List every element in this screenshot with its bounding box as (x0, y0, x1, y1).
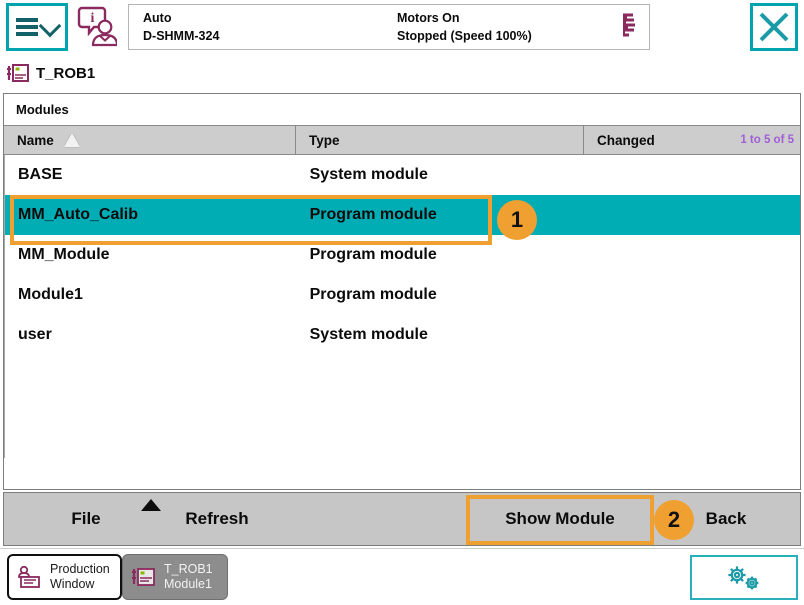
cell-name: BASE (18, 166, 63, 183)
action-toolbar: File Refresh Show Module Back 2 (3, 492, 801, 546)
cell-type: Program module (309, 286, 437, 303)
file-menu-label: File (71, 509, 101, 528)
refresh-label: Refresh (185, 509, 249, 528)
column-header-type-label: Type (309, 132, 340, 148)
file-menu-button[interactable]: File (34, 493, 138, 545)
task-module-icon (7, 64, 29, 82)
hamburger-icon (15, 18, 38, 36)
show-module-button[interactable]: Show Module (470, 493, 650, 545)
table-row[interactable]: BASE System module (5, 155, 800, 195)
production-window-icon (18, 565, 40, 588)
table-header-row: Name Type Changed 1 to 5 of 5 (4, 125, 800, 155)
annotation-badge-1: 1 (497, 200, 537, 240)
table-row[interactable]: MM_Auto_Calib Program module (5, 195, 800, 235)
robot-status-icon (619, 12, 639, 43)
panel-title: Modules (4, 94, 800, 125)
controller-name: D-SHMM-324 (143, 28, 220, 43)
refresh-button[interactable]: Refresh (152, 493, 282, 545)
cell-name: user (18, 326, 52, 343)
cell-name: MM_Module (18, 246, 110, 263)
taskbar-label-line1: Production (50, 562, 110, 576)
cell-type: Program module (309, 246, 437, 263)
cell-type: System module (309, 326, 428, 343)
show-module-label: Show Module (505, 509, 615, 528)
program-editor-icon (132, 568, 155, 586)
column-header-changed[interactable]: Changed 1 to 5 of 5 (584, 126, 800, 154)
close-button[interactable] (750, 3, 798, 51)
taskbar-label-line2: Window (50, 577, 95, 591)
quickset-settings-button[interactable] (690, 555, 798, 600)
column-header-type[interactable]: Type (296, 126, 584, 154)
chevron-down-icon (41, 18, 59, 36)
taskbar-label-line1: T_ROB1 (164, 562, 213, 576)
operator-info-icon[interactable]: i (74, 2, 120, 50)
column-header-name[interactable]: Name (4, 126, 296, 154)
taskbar-item-production-window[interactable]: Production Window (7, 554, 122, 600)
cell-name: Module1 (18, 286, 83, 303)
operating-mode: Auto (143, 10, 172, 25)
flexpendant-screen: i Auto D-SHMM-324 Motors On Stopped (Spe… (0, 0, 804, 605)
top-status-bar: i Auto D-SHMM-324 Motors On Stopped (Spe… (0, 0, 804, 54)
taskbar-item-program-editor[interactable]: T_ROB1 Module1 (122, 554, 228, 600)
main-menu-button[interactable] (6, 3, 68, 51)
sort-ascending-icon (63, 133, 80, 147)
table-row[interactable]: MM_Module Program module (5, 235, 800, 275)
table-row[interactable]: Module1 Program module (5, 275, 800, 315)
annotation-badge-2: 2 (654, 500, 694, 540)
status-left-column: Auto D-SHMM-324 (143, 5, 219, 49)
cell-type: Program module (309, 206, 437, 223)
pager-label: 1 to 5 of 5 (740, 134, 794, 146)
table-row[interactable]: user System module (5, 315, 800, 355)
column-header-name-label: Name (17, 132, 54, 148)
gears-icon (728, 565, 759, 589)
cell-name: MM_Auto_Calib (18, 206, 138, 223)
modules-list: BASE System module MM_Auto_Calib Program… (4, 155, 800, 458)
execution-state: Stopped (Speed 100%) (397, 28, 532, 43)
task-name-label: T_ROB1 (36, 64, 96, 82)
cell-type: System module (309, 166, 428, 183)
back-label: Back (705, 509, 747, 528)
active-task-row: T_ROB1 (0, 54, 804, 92)
status-right-column: Motors On Stopped (Speed 100%) (397, 5, 532, 49)
motors-state: Motors On (397, 10, 460, 25)
taskbar: Production Window T_ROB1 Module1 (0, 548, 804, 605)
taskbar-label-editor: T_ROB1 Module1 (164, 562, 213, 592)
taskbar-label-production: Production Window (50, 562, 110, 592)
svg-text:i: i (91, 11, 95, 26)
controller-status-panel: Auto D-SHMM-324 Motors On Stopped (Speed… (128, 4, 650, 50)
close-x-icon (759, 12, 789, 42)
taskbar-label-line2: Module1 (164, 577, 212, 591)
column-header-changed-label: Changed (597, 132, 655, 148)
modules-panel: Modules Name Type Changed 1 to 5 of 5 BA… (3, 93, 801, 490)
